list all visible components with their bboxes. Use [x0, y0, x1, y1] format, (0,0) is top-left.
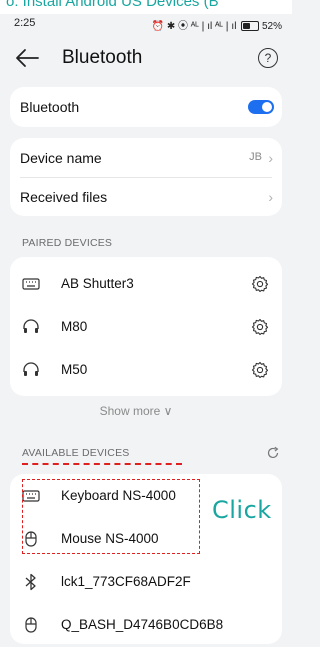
bluetooth-switch[interactable] [248, 100, 274, 114]
device-name: M50 [61, 362, 88, 377]
tutorial-banner: o: Install Android US Devices (B [0, 0, 292, 14]
help-icon[interactable]: ? [258, 48, 278, 68]
show-more-button[interactable]: Show more ∨ [0, 404, 272, 418]
battery-icon [241, 21, 260, 32]
gear-icon[interactable] [250, 360, 270, 380]
headphones-icon [23, 319, 39, 333]
device-name: M80 [61, 319, 88, 334]
device-name: Q_BASH_D4746B0CD6B8 [61, 617, 224, 632]
refresh-icon[interactable] [266, 446, 280, 460]
device-name-label: Device name [20, 150, 102, 166]
page-title: Bluetooth [62, 47, 143, 68]
status-indicators: ⏰ ✱ ⦿ ᴬᴸ❘ıl ᴬᴸ❘ıl 52% [152, 17, 282, 32]
headphones-icon [23, 362, 39, 376]
available-device-row[interactable]: lck1_773CF68ADF2F [10, 560, 282, 604]
status-bar: 2:25 ⏰ ✱ ⦿ ᴬᴸ❘ıl ᴬᴸ❘ıl 52% [0, 14, 292, 34]
status-time: 2:25 [14, 17, 36, 29]
keyboard-icon [22, 278, 40, 290]
device-name-row[interactable]: Device name JB › [10, 139, 282, 177]
bluetooth-card: Bluetooth [10, 87, 282, 127]
received-files-label: Received files [20, 189, 108, 205]
device-name-value: JB [249, 151, 262, 163]
paired-device-row[interactable]: M50 [10, 348, 282, 392]
available-devices-heading: AVAILABLE DEVICES [22, 447, 130, 459]
switch-knob [262, 102, 272, 112]
received-files-row[interactable]: Received files › [10, 178, 282, 216]
status-icons: ⏰ ✱ ⦿ ᴬᴸ❘ıl ᴬᴸ❘ıl [151, 21, 237, 32]
available-device-row[interactable]: Q_BASH_D4746B0CD6B8 [10, 603, 282, 647]
device-name: AB Shutter3 [61, 276, 134, 291]
annotation-highlight-box [22, 479, 200, 554]
chevron-right-icon: › [268, 189, 273, 205]
battery-percent: 52% [261, 21, 282, 32]
back-arrow-icon [16, 49, 39, 67]
bluetooth-toggle-row[interactable]: Bluetooth [10, 88, 282, 126]
device-name: lck1_773CF68ADF2F [61, 574, 191, 589]
bluetooth-icon [25, 573, 36, 591]
settings-card: Device name JB › Received files › [10, 138, 282, 216]
mouse-icon [25, 617, 37, 633]
paired-devices-heading: PAIRED DEVICES [22, 237, 113, 249]
chevron-right-icon: › [268, 150, 273, 166]
bluetooth-label: Bluetooth [20, 99, 80, 115]
back-button[interactable] [14, 46, 40, 70]
paired-device-row[interactable]: AB Shutter3 [10, 262, 282, 306]
app-header: Bluetooth ? [0, 36, 292, 80]
paired-device-row[interactable]: M80 [10, 305, 282, 349]
gear-icon[interactable] [250, 317, 270, 337]
annotation-underline [22, 463, 182, 465]
tutorial-banner-text: o: Install Android US Devices (B [6, 0, 219, 10]
gear-icon[interactable] [250, 274, 270, 294]
annotation-click-label: Click [212, 496, 272, 524]
paired-devices-card: AB Shutter3 M80 M50 [10, 257, 282, 396]
